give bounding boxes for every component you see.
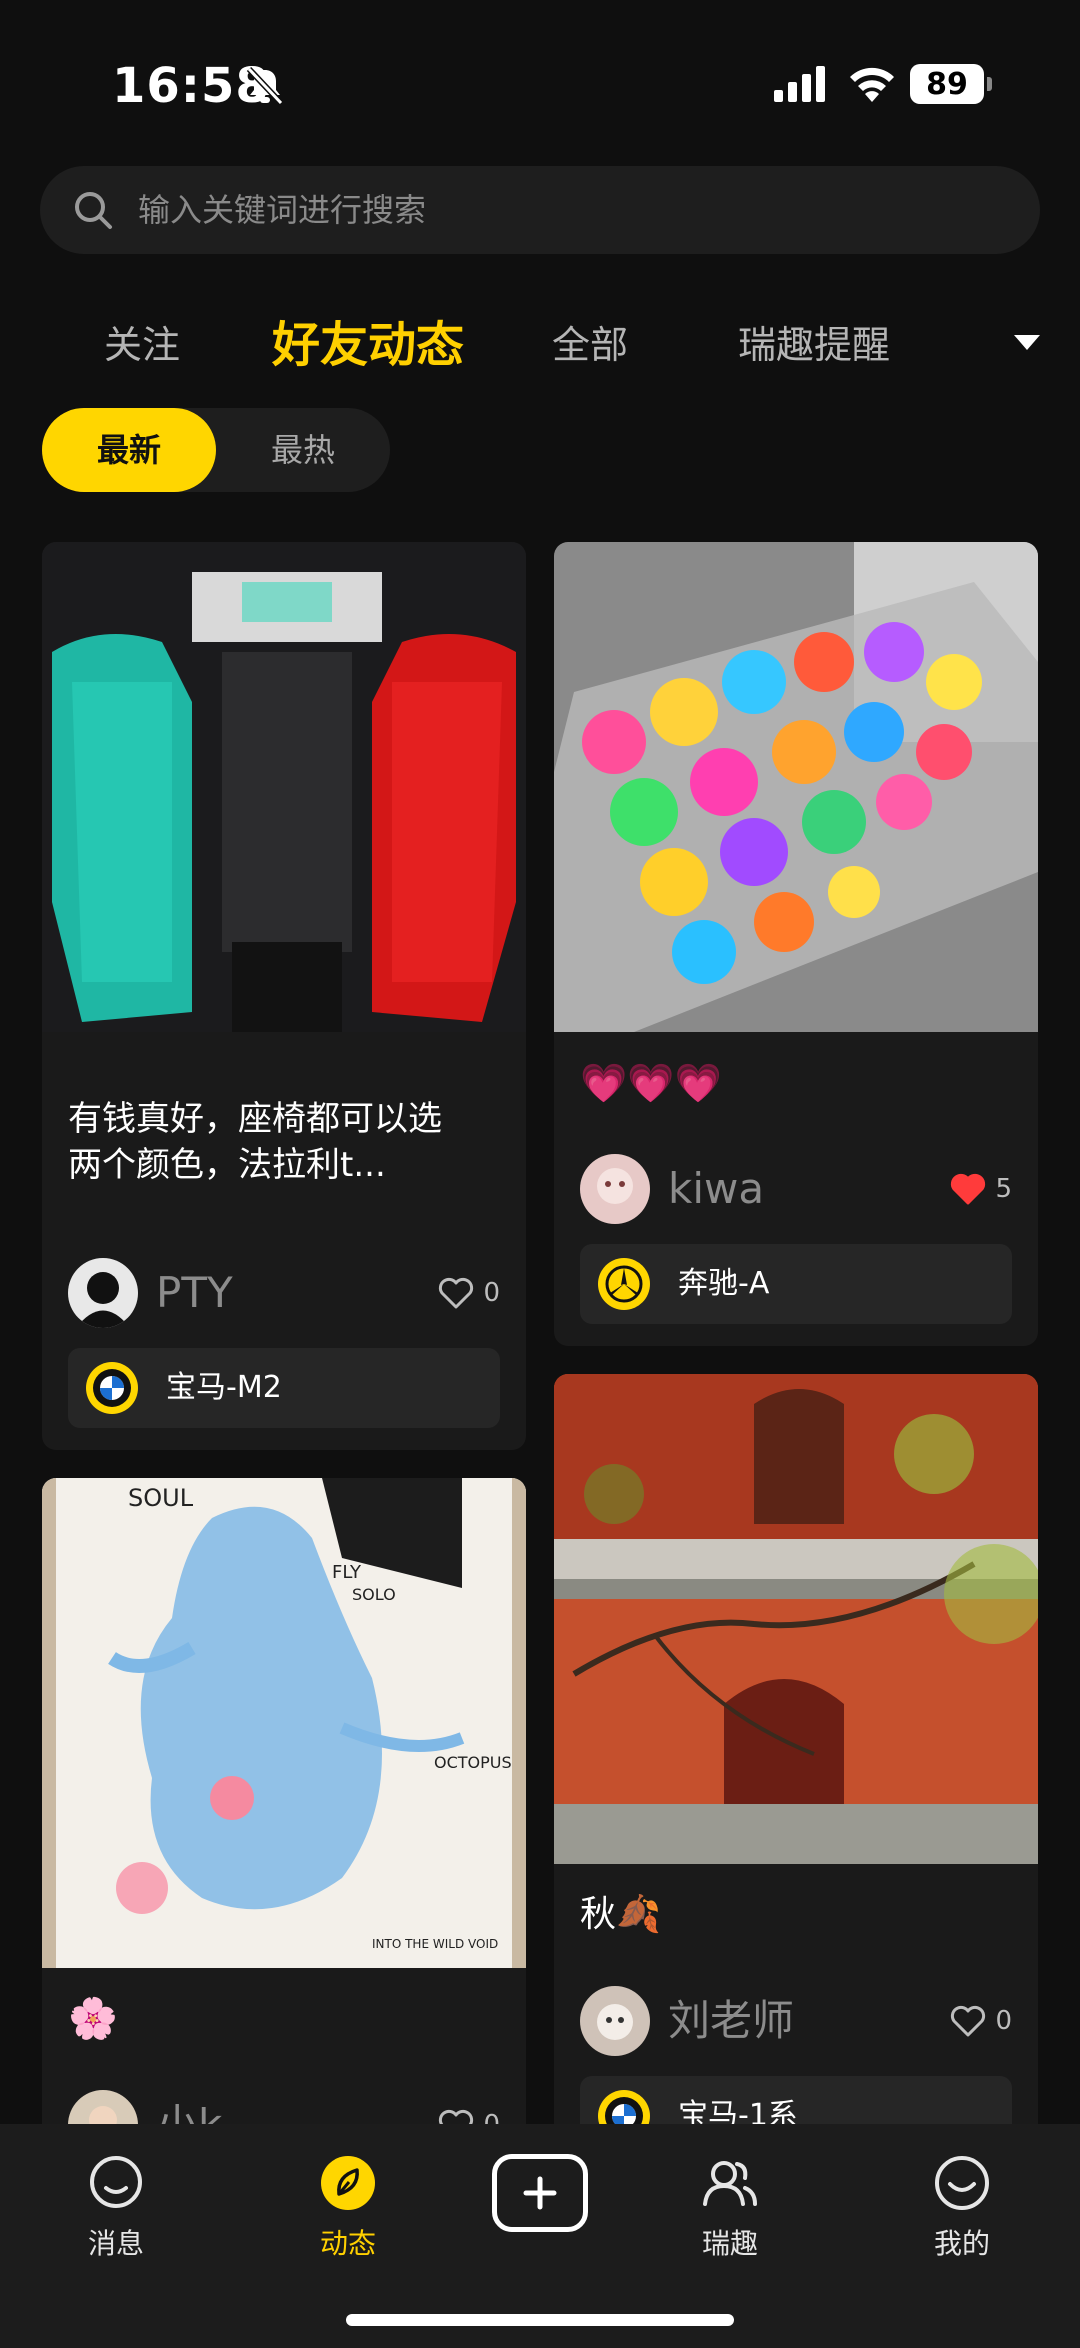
car-brand-tag[interactable]: 奔驰-A bbox=[580, 1244, 1012, 1324]
profile-icon bbox=[935, 2156, 989, 2210]
post-text-line-2: 两个颜色，法拉利t... bbox=[68, 1145, 386, 1185]
post-image[interactable]: SOUL FLY SOLO OCTOPUS INTO THE WILD VOID bbox=[42, 1478, 526, 1968]
wifi-icon bbox=[850, 67, 894, 102]
search-bar[interactable] bbox=[40, 166, 1040, 254]
post-card[interactable]: 💗💗💗 kiwa 5 奔驰-A bbox=[554, 542, 1038, 1346]
post-author-row[interactable]: PTY 0 bbox=[68, 1258, 500, 1328]
filter-newest-button[interactable]: 最新 bbox=[42, 408, 216, 492]
art-text-wild: INTO THE WILD VOID bbox=[372, 1937, 498, 1951]
search-input[interactable] bbox=[138, 191, 938, 229]
tab-following[interactable]: 关注 bbox=[104, 300, 180, 390]
nav-label: 消息 bbox=[87, 2227, 144, 2260]
status-bar: 16:58 89 bbox=[0, 0, 1080, 160]
cellular-signal-icon bbox=[774, 66, 825, 102]
bmw-logo-icon bbox=[86, 1362, 138, 1414]
post-text: 🌸 bbox=[68, 1996, 118, 2042]
sort-filter: 最新 最热 bbox=[42, 408, 390, 492]
nav-ruiqu[interactable]: 瑞趣 bbox=[660, 2154, 800, 2262]
author-name[interactable]: 刘老师 bbox=[668, 1986, 794, 2056]
like-button[interactable]: 5 bbox=[949, 1154, 1012, 1224]
nav-label: 瑞趣 bbox=[701, 2227, 758, 2260]
art-text-soul: SOUL bbox=[128, 1484, 194, 1512]
car-brand-tag[interactable]: 宝马-M2 bbox=[68, 1348, 500, 1428]
post-image[interactable] bbox=[42, 542, 526, 1032]
tab-ruiqu-reminders[interactable]: 瑞趣提醒 bbox=[738, 300, 890, 390]
art-text-fly: FLY bbox=[332, 1562, 362, 1583]
post-text: 秋🍂 bbox=[580, 1894, 661, 1935]
like-count: 5 bbox=[995, 1174, 1012, 1204]
home-indicator[interactable] bbox=[346, 2314, 734, 2326]
post-text: 💗💗💗 bbox=[580, 1061, 722, 1105]
post-card[interactable]: SOUL FLY SOLO OCTOPUS INTO THE WILD VOID… bbox=[42, 1478, 526, 2178]
heart-filled-icon bbox=[951, 1173, 986, 1205]
nav-label: 动态 bbox=[319, 2227, 376, 2260]
car-brand-name: 宝马-M2 bbox=[166, 1370, 282, 1405]
like-count: 0 bbox=[483, 1278, 500, 1308]
nav-moments[interactable]: 动态 bbox=[278, 2154, 418, 2262]
car-brand-name: 奔驰-A bbox=[678, 1266, 770, 1301]
moments-icon bbox=[321, 2156, 375, 2210]
art-text-octopus: OCTOPUS bbox=[434, 1753, 512, 1772]
post-image[interactable] bbox=[554, 1374, 1038, 1864]
heart-outline-icon bbox=[951, 2005, 986, 2037]
post-card[interactable]: 秋🍂 刘老师 0 宝马-1系 bbox=[554, 1374, 1038, 2178]
author-name[interactable]: PTY bbox=[156, 1258, 233, 1328]
author-name[interactable]: kiwa bbox=[668, 1154, 764, 1224]
mercedes-logo-icon bbox=[598, 1258, 650, 1310]
post-card[interactable]: 有钱真好，座椅都可以选 两个颜色，法拉利t... PTY 0 宝马-M2 bbox=[42, 542, 526, 1450]
tabs-dropdown-icon[interactable] bbox=[1014, 335, 1040, 350]
like-button[interactable]: 0 bbox=[949, 1986, 1012, 2056]
art-text-solo: SOLO bbox=[352, 1585, 396, 1604]
post-author-row[interactable]: kiwa 5 bbox=[580, 1154, 1012, 1224]
nav-messages[interactable]: 消息 bbox=[46, 2154, 186, 2262]
avatar[interactable] bbox=[580, 1986, 650, 2056]
add-post-button[interactable] bbox=[492, 2154, 588, 2232]
bell-off-icon bbox=[246, 66, 284, 106]
add-icon bbox=[523, 2176, 557, 2210]
avatar[interactable] bbox=[580, 1154, 650, 1224]
feed-tabs: 关注 好友动态 全部 瑞趣提醒 bbox=[0, 300, 1080, 390]
tab-all[interactable]: 全部 bbox=[552, 300, 628, 390]
message-icon bbox=[90, 2156, 142, 2208]
post-image[interactable] bbox=[554, 542, 1038, 1032]
nav-profile[interactable]: 我的 bbox=[892, 2154, 1032, 2262]
group-icon bbox=[703, 2161, 757, 2206]
nav-label: 我的 bbox=[933, 2227, 990, 2260]
tab-friends-moments[interactable]: 好友动态 bbox=[272, 300, 464, 390]
post-author-row[interactable]: 刘老师 0 bbox=[580, 1986, 1012, 2056]
post-text-line-1: 有钱真好，座椅都可以选 bbox=[68, 1099, 442, 1139]
filter-hottest-button[interactable]: 最热 bbox=[216, 408, 390, 492]
battery-indicator: 89 bbox=[910, 64, 992, 104]
heart-outline-icon bbox=[439, 1277, 474, 1309]
like-button[interactable]: 0 bbox=[437, 1258, 500, 1328]
search-icon bbox=[75, 192, 112, 229]
avatar[interactable] bbox=[68, 1258, 138, 1328]
like-count: 0 bbox=[995, 2006, 1012, 2036]
